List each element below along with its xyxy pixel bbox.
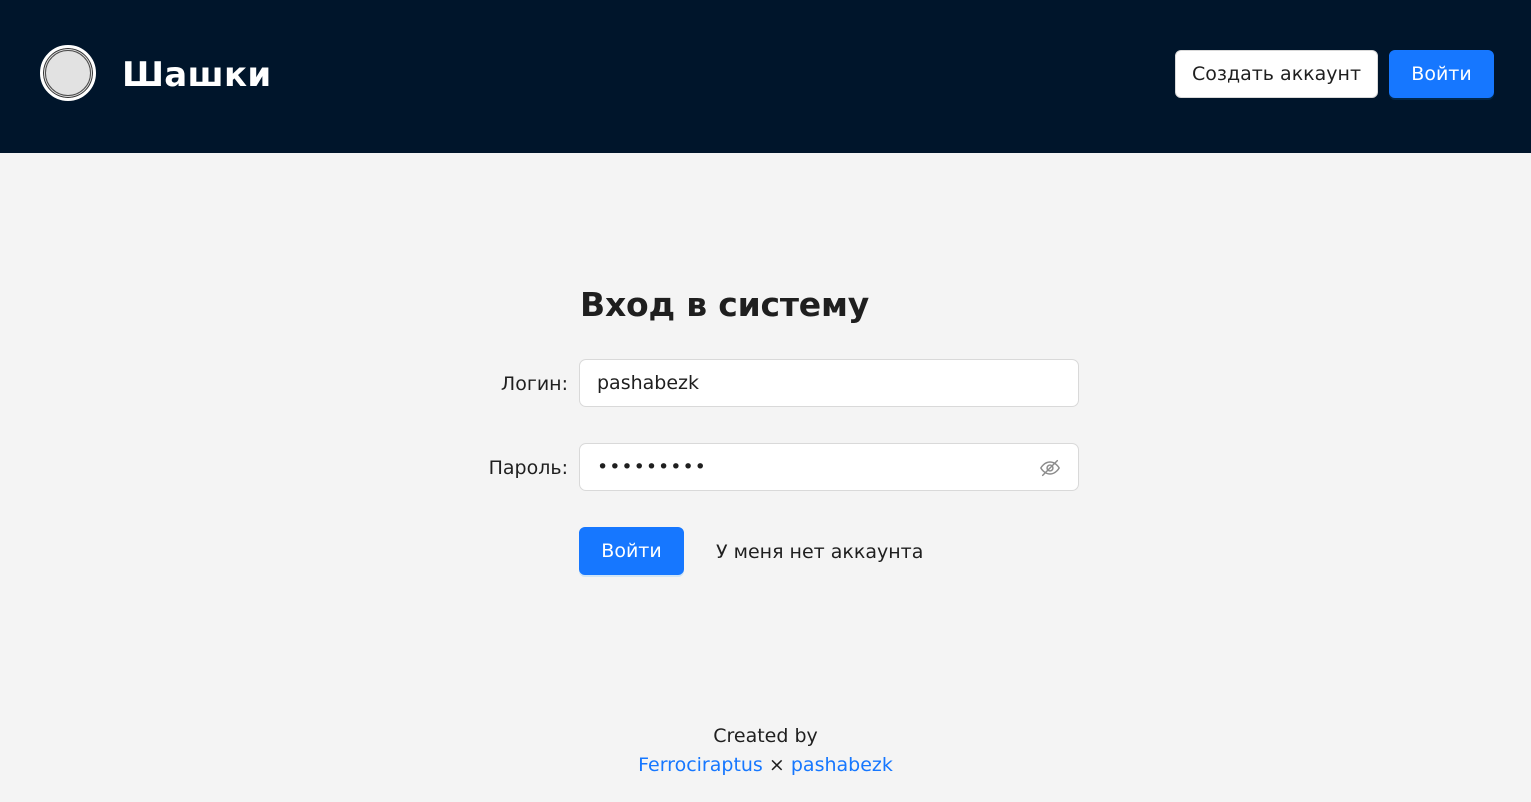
- login-input[interactable]: [579, 359, 1079, 407]
- footer-separator: ×: [768, 754, 785, 776]
- author-link-ferrociraptus[interactable]: Ferrociraptus: [638, 754, 763, 776]
- footer-authors: Ferrociraptus × pashabezk: [0, 751, 1531, 780]
- app-title: Шашки: [122, 55, 272, 95]
- login-field-label: Логин:: [500, 373, 568, 395]
- no-account-link[interactable]: У меня нет аккаунта: [716, 529, 923, 575]
- password-input-value[interactable]: •••••••••: [597, 444, 1027, 490]
- login-submit-button[interactable]: Войти: [579, 527, 684, 575]
- header-login-button[interactable]: Войти: [1389, 50, 1494, 98]
- eye-slash-icon[interactable]: [1039, 457, 1061, 479]
- app-header: Шашки Создать аккаунт Войти: [0, 0, 1531, 153]
- checker-logo-icon: [40, 45, 96, 101]
- password-input[interactable]: •••••••••: [579, 443, 1079, 491]
- password-field-label: Пароль:: [488, 457, 568, 479]
- footer: Created by Ferrociraptus × pashabezk: [0, 722, 1531, 780]
- author-link-pashabezk[interactable]: pashabezk: [791, 754, 893, 776]
- login-form-title: Вход в систему: [580, 285, 870, 324]
- login-input-field[interactable]: [597, 360, 1027, 406]
- create-account-button[interactable]: Создать аккаунт: [1175, 50, 1378, 98]
- footer-created-by: Created by: [713, 725, 818, 747]
